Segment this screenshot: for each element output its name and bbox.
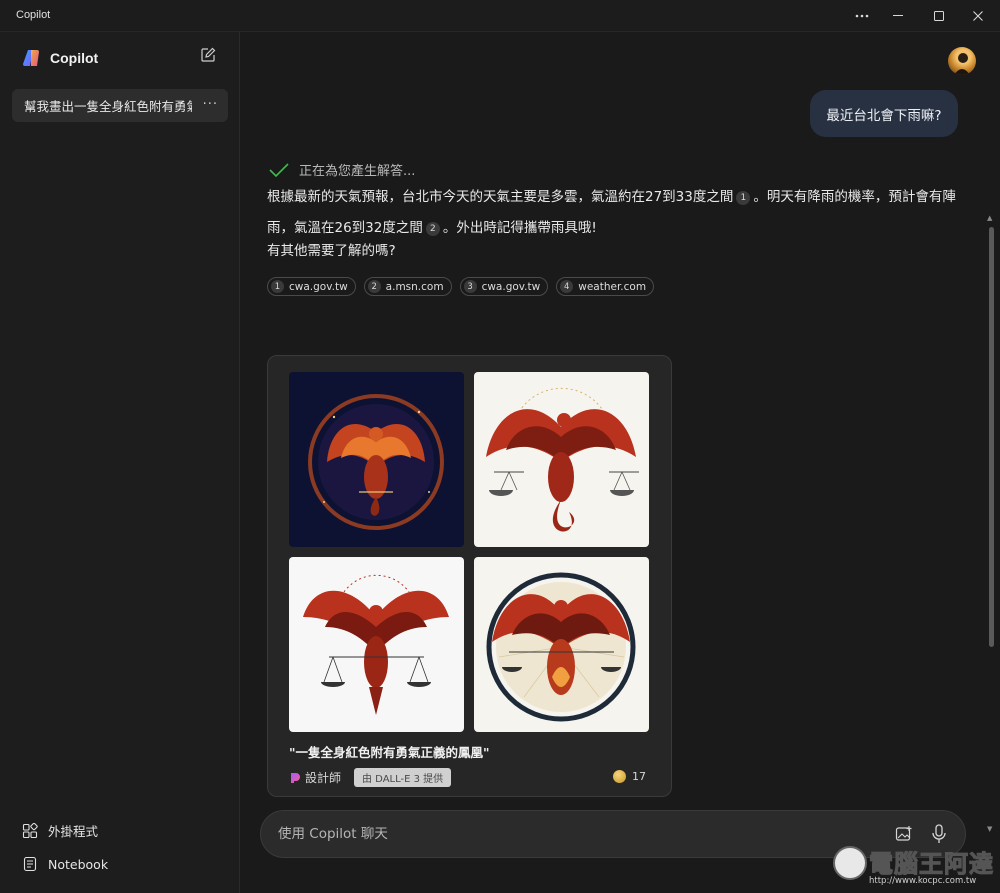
avatar[interactable] xyxy=(948,47,976,75)
brand-name: Copilot xyxy=(50,50,99,66)
designer-label: 設計師 xyxy=(305,771,342,785)
scroll-down-arrow[interactable]: ▼ xyxy=(987,825,992,833)
source-number: 4 xyxy=(560,280,574,293)
source-number: 3 xyxy=(463,280,477,293)
chat-input[interactable] xyxy=(278,823,858,845)
plugins-icon xyxy=(22,822,38,838)
sidebar-item-label: 外掛程式 xyxy=(48,824,99,839)
scrollbar-thumb[interactable] xyxy=(989,227,994,647)
sidebar-item-plugins[interactable]: 外掛程式 xyxy=(22,821,98,840)
brand: Copilot xyxy=(22,48,98,68)
watermark-logo: 電腦王阿達 http://www.kocpc.com.tw xyxy=(833,840,995,888)
source-label: a.msn.com xyxy=(385,280,444,293)
dalle-badge: 由 DALL-E 3 提供 xyxy=(354,768,452,787)
source-number: 2 xyxy=(367,280,381,293)
sidebar: Copilot 幫我畫出一隻全身紅色附有勇氣正義的鳳凰 ··· 外掛程式 Not… xyxy=(0,32,240,893)
check-icon xyxy=(269,162,289,177)
user-message: 最近台北會下雨嘛? xyxy=(810,90,958,137)
assistant-answer: 根據最新的天氣預報，台北市今天的天氣主要是多雲，氣溫約在27到33度之間 1 。明天… xyxy=(267,182,967,244)
followup-question: 有其他需要了解的嗎? xyxy=(267,243,396,259)
source-chip[interactable]: 3 cwa.gov.tw xyxy=(459,277,549,296)
sidebar-item-notebook[interactable]: Notebook xyxy=(22,856,108,872)
source-label: weather.com xyxy=(578,280,647,293)
watermark-url: http://www.kocpc.com.tw xyxy=(869,876,977,886)
source-links: 1 cwa.gov.tw 2 a.msn.com 3 cwa.gov.tw 4 weat… xyxy=(267,277,655,296)
notebook-icon xyxy=(23,856,37,872)
watermark-text: 電腦王阿達 xyxy=(869,850,994,879)
chat-area: 最近台北會下雨嘛? 正在為您產生解答... 根據最新的天氣預報，台北市今天的天氣… xyxy=(241,32,1000,893)
window-title: Copilot xyxy=(16,9,51,21)
source-label: cwa.gov.tw xyxy=(289,280,348,293)
minimize-icon[interactable] xyxy=(878,0,918,32)
boost-coin-icon xyxy=(613,770,626,783)
source-label: cwa.gov.tw xyxy=(481,280,541,293)
source-chip[interactable]: 1 cwa.gov.tw xyxy=(267,277,356,296)
close-icon[interactable] xyxy=(958,0,998,32)
maximize-icon[interactable] xyxy=(919,0,959,32)
generated-image-3[interactable] xyxy=(289,557,464,732)
source-number: 1 xyxy=(271,280,284,293)
generated-image-4[interactable] xyxy=(474,557,649,732)
designer-icon xyxy=(291,772,300,783)
new-chat-icon[interactable] xyxy=(200,47,220,67)
image-result-card: "一隻全身紅色附有勇氣正義的鳳凰" 設計師 由 DALL-E 3 提供 17 xyxy=(267,355,672,797)
history-item[interactable]: 幫我畫出一隻全身紅色附有勇氣正義的鳳凰 ··· xyxy=(12,89,228,122)
more-icon[interactable] xyxy=(842,0,882,32)
source-chip[interactable]: 2 a.msn.com xyxy=(363,277,452,296)
watermark-mascot-icon xyxy=(833,846,867,880)
generated-image-2[interactable] xyxy=(474,372,649,547)
answer-text: 。外出時記得攜帶雨具哦! xyxy=(442,220,597,236)
generated-image-1[interactable] xyxy=(289,372,464,547)
sidebar-item-label: Notebook xyxy=(48,856,109,872)
source-chip[interactable]: 4 weather.com xyxy=(556,277,655,296)
history-more-icon[interactable]: ··· xyxy=(203,97,218,112)
status-text: 正在為您產生解答... xyxy=(299,164,416,179)
citation-badge[interactable]: 2 xyxy=(425,222,440,236)
scroll-up-arrow[interactable]: ▲ xyxy=(987,214,992,222)
citation-badge[interactable]: 1 xyxy=(736,191,751,205)
boost-number: 17 xyxy=(632,770,646,783)
title-bar: Copilot xyxy=(0,0,1000,32)
generating-status: 正在為您產生解答... xyxy=(269,160,415,179)
designer-link[interactable]: 設計師 xyxy=(289,769,341,786)
answer-text: 根據最新的天氣預報，台北市今天的天氣主要是多雲，氣溫約在27到33度之間 xyxy=(267,189,734,205)
boost-count: 17 xyxy=(613,770,646,783)
copilot-logo-icon xyxy=(23,50,39,66)
image-caption: "一隻全身紅色附有勇氣正義的鳳凰" xyxy=(289,745,490,760)
history-item-label: 幫我畫出一隻全身紅色附有勇氣正義的鳳凰 xyxy=(24,99,192,114)
